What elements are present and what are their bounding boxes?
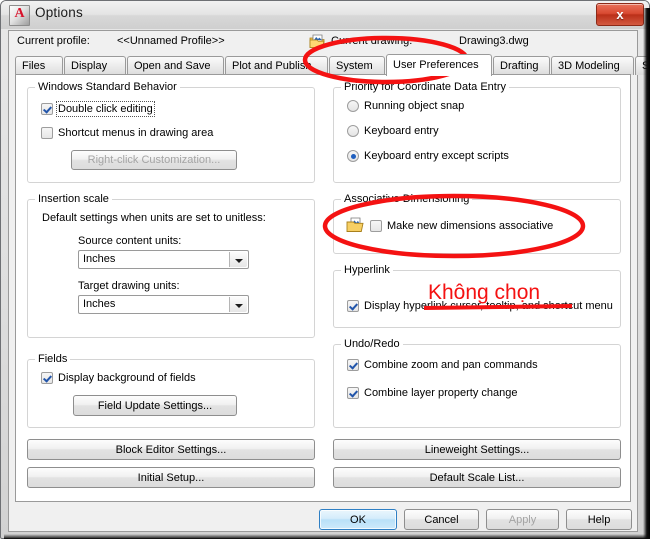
checkbox-label: Combine layer property change — [364, 387, 518, 399]
lineweight-settings-button[interactable]: Lineweight Settings... — [333, 439, 621, 460]
insertion-scale-description: Default settings when units are set to u… — [42, 212, 266, 224]
radio-indicator — [347, 150, 359, 162]
apply-button: Apply — [486, 509, 559, 530]
radio-running-object-snap[interactable]: Running object snap — [347, 100, 464, 112]
tab-strip: Files Display Open and Save Plot and Pub… — [15, 54, 650, 76]
tab-display[interactable]: Display — [64, 56, 126, 75]
initial-setup-button[interactable]: Initial Setup... — [27, 467, 315, 488]
options-dialog-screenshot: A Options x Current profile: <<Unnamed P… — [0, 0, 650, 539]
dialog-body: Current profile: <<Unnamed Profile>> Cur… — [8, 30, 650, 533]
group-legend-hyperlink: Hyperlink — [341, 264, 393, 276]
ok-button[interactable]: OK — [319, 509, 397, 530]
checkbox-indicator — [347, 387, 359, 399]
checkbox-label: Double click editing — [56, 101, 155, 117]
current-drawing-label: Current drawing: — [331, 35, 413, 47]
checkbox-double-click-editing[interactable]: Double click editing — [41, 101, 155, 117]
checkbox-indicator — [347, 300, 359, 312]
group-windows-standard-behavior: Windows Standard Behavior Double click e… — [27, 81, 315, 183]
title-bar: A Options x — [1, 1, 649, 29]
tab-3d-modeling[interactable]: 3D Modeling — [551, 56, 634, 75]
group-associative-dimensioning: Associative Dimensioning Make new dimens… — [333, 193, 621, 254]
group-legend-fields: Fields — [35, 353, 71, 365]
tab-plot-and-publish[interactable]: Plot and Publish — [225, 56, 328, 75]
window-shadow-bottom — [4, 534, 650, 539]
block-editor-settings-button[interactable]: Block Editor Settings... — [27, 439, 315, 460]
right-click-customization-button: Right-click Customization... — [71, 150, 237, 170]
profile-row: Current profile: <<Unnamed Profile>> Cur… — [9, 31, 637, 53]
group-priority-coordinate-data-entry: Priority for Coordinate Data Entry Runni… — [333, 81, 621, 183]
source-content-units-value: Inches — [83, 253, 116, 265]
current-profile-value: <<Unnamed Profile>> — [117, 35, 225, 47]
radio-label: Keyboard entry — [364, 125, 439, 137]
checkbox-display-background-of-fields[interactable]: Display background of fields — [41, 372, 196, 384]
window-title: Options — [35, 5, 83, 20]
source-content-units-select[interactable]: Inches — [78, 250, 249, 269]
group-legend-windows-standard-behavior: Windows Standard Behavior — [35, 81, 180, 93]
associative-dim-icon — [346, 217, 364, 232]
drawing-file-icon — [309, 34, 325, 48]
radio-label: Keyboard entry except scripts — [364, 150, 509, 162]
checkbox-make-new-dimensions-associative[interactable]: Make new dimensions associative — [370, 220, 553, 232]
group-insertion-scale: Insertion scale Default settings when un… — [27, 193, 315, 338]
current-profile-label: Current profile: — [17, 35, 90, 47]
window-shadow-right — [643, 8, 650, 539]
checkbox-label: Combine zoom and pan commands — [364, 359, 538, 371]
checkbox-indicator — [41, 372, 53, 384]
close-icon[interactable]: x — [596, 3, 644, 26]
field-update-settings-button[interactable]: Field Update Settings... — [73, 395, 237, 416]
checkbox-label: Display background of fields — [58, 372, 196, 384]
tab-open-and-save[interactable]: Open and Save — [127, 56, 224, 75]
checkbox-indicator — [41, 103, 53, 115]
target-drawing-units-value: Inches — [83, 298, 116, 310]
chevron-down-icon[interactable] — [229, 297, 247, 312]
checkbox-combine-zoom-and-pan[interactable]: Combine zoom and pan commands — [347, 359, 538, 371]
help-button[interactable]: Help — [566, 509, 632, 530]
target-drawing-units-label: Target drawing units: — [78, 280, 180, 292]
checkbox-label: Make new dimensions associative — [387, 220, 554, 232]
default-scale-list-button[interactable]: Default Scale List... — [333, 467, 621, 488]
tab-user-preferences[interactable]: User Preferences — [386, 54, 492, 76]
checkbox-indicator — [41, 127, 53, 139]
radio-label: Running object snap — [364, 100, 465, 112]
checkbox-shortcut-menus[interactable]: Shortcut menus in drawing area — [41, 127, 213, 139]
tab-drafting[interactable]: Drafting — [493, 56, 550, 75]
annotation-note-khong-chon: Không chọn — [428, 281, 541, 304]
current-drawing-value: Drawing3.dwg — [459, 35, 529, 47]
radio-keyboard-entry-except-scripts[interactable]: Keyboard entry except scripts — [347, 150, 509, 162]
group-legend-undo-redo: Undo/Redo — [341, 338, 403, 350]
cancel-button[interactable]: Cancel — [404, 509, 479, 530]
target-drawing-units-select[interactable]: Inches — [78, 295, 249, 314]
source-content-units-label: Source content units: — [78, 235, 182, 247]
checkbox-indicator — [347, 359, 359, 371]
group-legend-associative-dimensioning: Associative Dimensioning — [341, 193, 473, 205]
radio-indicator — [347, 125, 359, 137]
autocad-a-icon: A — [9, 5, 30, 26]
tab-system[interactable]: System — [329, 56, 385, 75]
checkbox-indicator — [370, 220, 382, 232]
dialog-button-bar: OK Cancel Apply Help — [9, 505, 637, 533]
checkbox-label: Shortcut menus in drawing area — [58, 127, 214, 139]
checkbox-combine-layer-property-change[interactable]: Combine layer property change — [347, 387, 517, 399]
group-undo-redo: Undo/Redo Combine zoom and pan commands … — [333, 338, 621, 428]
group-legend-insertion-scale: Insertion scale — [35, 193, 112, 205]
radio-indicator — [347, 100, 359, 112]
group-legend-priority: Priority for Coordinate Data Entry — [341, 81, 510, 93]
group-fields: Fields Display background of fields Fiel… — [27, 353, 315, 428]
tab-files[interactable]: Files — [15, 56, 63, 75]
radio-keyboard-entry[interactable]: Keyboard entry — [347, 125, 439, 137]
chevron-down-icon[interactable] — [229, 252, 247, 267]
